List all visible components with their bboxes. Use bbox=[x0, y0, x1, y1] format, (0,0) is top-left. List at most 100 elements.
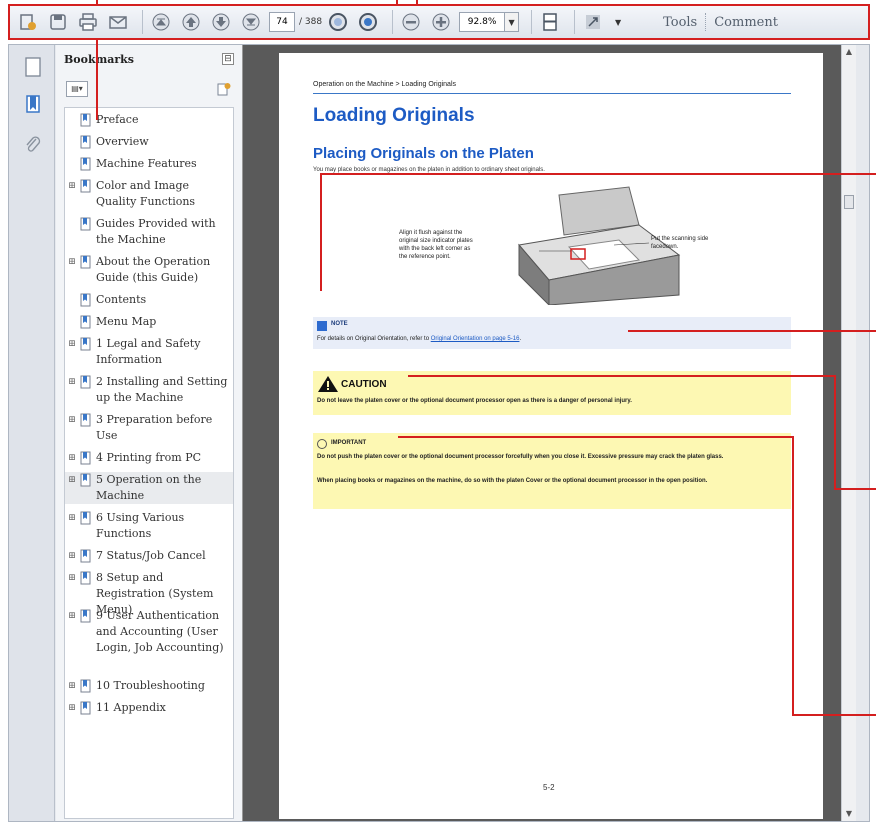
collapse-panel-button[interactable]: ⊟ bbox=[222, 53, 234, 65]
note-title: NOTE bbox=[331, 321, 348, 327]
vertical-scrollbar[interactable]: ▲ ▼ bbox=[841, 45, 856, 821]
comment-link[interactable]: Comment bbox=[714, 15, 778, 30]
page-number: 5-2 bbox=[543, 783, 555, 792]
bookmark-page-icon bbox=[80, 451, 92, 465]
toolbar-separator bbox=[142, 10, 143, 34]
zoom-in-icon[interactable] bbox=[429, 10, 453, 34]
bookmark-item[interactable]: Overview bbox=[65, 134, 233, 150]
bookmark-label: 4 Printing from PC bbox=[96, 451, 202, 464]
figure-label-right: Put the scanning side facedown. bbox=[651, 236, 709, 250]
bookmark-label: Preface bbox=[96, 113, 139, 126]
note-body: For details on Original Orientation, ref… bbox=[317, 336, 431, 342]
toolbar: 74 / 388 92.8% ▼ ▼ Tools Comment bbox=[8, 4, 870, 40]
zoom-field[interactable]: 92.8% bbox=[459, 12, 506, 32]
email-icon[interactable] bbox=[106, 10, 130, 34]
fullscreen-icon[interactable] bbox=[581, 10, 605, 34]
bookmark-label: 11 Appendix bbox=[96, 701, 166, 714]
expand-icon[interactable]: ⊞ bbox=[67, 551, 77, 564]
warning-icon bbox=[318, 376, 338, 392]
callout-line bbox=[398, 436, 794, 438]
bookmark-item[interactable]: ⊞ Color and Image Quality Functions bbox=[65, 178, 233, 210]
next-page-icon[interactable] bbox=[209, 10, 233, 34]
bookmark-item[interactable]: ⊞ 2 Installing and Setting up the Machine bbox=[65, 374, 233, 406]
zoom-dropdown-icon[interactable]: ▼ bbox=[505, 12, 520, 32]
scroll-down-icon[interactable]: ▼ bbox=[844, 809, 854, 819]
note-icon bbox=[317, 321, 327, 331]
scrollbar-thumb[interactable] bbox=[844, 195, 854, 209]
expand-icon[interactable]: ⊞ bbox=[67, 703, 77, 716]
bookmark-item[interactable]: Contents bbox=[65, 292, 233, 308]
next-view-icon[interactable] bbox=[356, 10, 380, 34]
scroll-up-icon[interactable]: ▲ bbox=[844, 47, 854, 57]
expand-icon[interactable]: ⊞ bbox=[67, 453, 77, 466]
zoom-out-icon[interactable] bbox=[399, 10, 423, 34]
expand-icon[interactable]: ⊞ bbox=[67, 377, 77, 406]
bookmark-item[interactable]: ⊞ 6 Using Various Functions bbox=[65, 510, 233, 542]
page-heading: Loading Originals bbox=[313, 105, 475, 126]
bookmarks-icon[interactable] bbox=[22, 93, 44, 117]
caution-title: CAUTION bbox=[341, 379, 387, 390]
bookmark-item[interactable]: Menu Map bbox=[65, 314, 233, 330]
important-box: IMPORTANT Do not push the platen cover o… bbox=[313, 433, 791, 509]
page-thumbnails-icon[interactable] bbox=[22, 55, 44, 79]
expand-icon[interactable]: ⊞ bbox=[67, 415, 77, 444]
bookmark-label: Guides Provided with the Machine bbox=[96, 217, 216, 246]
original-orientation-link[interactable]: Original Orientation on page 5-16 bbox=[431, 336, 520, 342]
callout-line bbox=[834, 375, 836, 490]
fit-page-icon[interactable] bbox=[538, 10, 562, 34]
options-dropdown-icon[interactable]: ▤▾ bbox=[66, 81, 88, 97]
caution-text: Do not leave the platen cover or the opt… bbox=[317, 398, 632, 404]
create-icon[interactable] bbox=[16, 10, 40, 34]
expand-icon[interactable]: ⊞ bbox=[67, 339, 77, 368]
page-number-input[interactable]: 74 bbox=[269, 12, 295, 32]
bookmark-label: 9 User Authentication and Accounting (Us… bbox=[96, 609, 224, 654]
previous-view-icon[interactable] bbox=[326, 10, 350, 34]
toolbar-separator bbox=[531, 10, 533, 34]
attachments-icon[interactable] bbox=[22, 133, 44, 157]
bookmark-label: Machine Features bbox=[96, 157, 197, 170]
tools-link[interactable]: Tools bbox=[663, 15, 697, 30]
print-icon[interactable] bbox=[76, 10, 100, 34]
callout-line bbox=[792, 436, 794, 716]
bookmark-item[interactable]: Guides Provided with the Machine bbox=[65, 216, 233, 248]
bookmarks-header: Bookmarks bbox=[56, 45, 242, 73]
expand-icon[interactable]: ⊞ bbox=[67, 681, 77, 694]
first-page-icon[interactable] bbox=[149, 10, 173, 34]
bookmark-item[interactable]: ⊞ 7 Status/Job Cancel bbox=[65, 548, 233, 564]
callout-line bbox=[320, 173, 876, 175]
expand-bookmark-icon[interactable] bbox=[216, 81, 232, 97]
bookmark-page-icon bbox=[80, 609, 92, 623]
bookmark-item[interactable]: ⊞ 4 Printing from PC bbox=[65, 450, 233, 466]
callout-line bbox=[834, 488, 876, 490]
important-text-2: When placing books or magazines on the m… bbox=[317, 478, 708, 484]
bookmark-label: 2 Installing and Setting up the Machine bbox=[96, 375, 228, 404]
bookmark-item[interactable]: Machine Features bbox=[65, 156, 233, 172]
fullscreen-dropdown-icon[interactable]: ▼ bbox=[611, 12, 625, 32]
previous-page-icon[interactable] bbox=[179, 10, 203, 34]
toolbar-separator bbox=[705, 13, 707, 31]
bookmark-page-icon bbox=[80, 511, 92, 525]
bookmark-item[interactable]: ⊞ 1 Legal and Safety Information bbox=[65, 336, 233, 368]
bookmark-label: Color and Image Quality Functions bbox=[96, 179, 196, 208]
bookmark-page-icon bbox=[80, 413, 92, 427]
bookmark-item[interactable]: ⊞ 3 Preparation before Use bbox=[65, 412, 233, 444]
expand-icon[interactable]: ⊞ bbox=[67, 513, 77, 542]
bookmark-item[interactable]: ⊞ 5 Operation on the Machine bbox=[65, 472, 233, 504]
expand-icon[interactable]: ⊞ bbox=[67, 257, 77, 286]
bookmark-label: 3 Preparation before Use bbox=[96, 413, 213, 442]
expand-icon[interactable]: ⊞ bbox=[67, 611, 77, 656]
bookmark-page-icon bbox=[80, 293, 92, 307]
last-page-icon[interactable] bbox=[239, 10, 263, 34]
bookmark-item[interactable]: Preface bbox=[65, 112, 233, 128]
save-icon[interactable] bbox=[46, 10, 70, 34]
callout-line bbox=[792, 714, 876, 716]
expand-icon[interactable]: ⊞ bbox=[67, 181, 77, 210]
bookmarks-title: Bookmarks bbox=[64, 52, 134, 66]
bookmark-item[interactable]: ⊞ 9 User Authentication and Accounting (U… bbox=[65, 608, 233, 656]
bookmark-item[interactable]: ⊞ About the Operation Guide (this Guide) bbox=[65, 254, 233, 286]
bookmark-item[interactable]: ⊞ 10 Troubleshooting bbox=[65, 678, 233, 694]
bookmark-item[interactable]: ⊞ 11 Appendix bbox=[65, 700, 233, 716]
expand-icon[interactable]: ⊞ bbox=[67, 475, 77, 504]
